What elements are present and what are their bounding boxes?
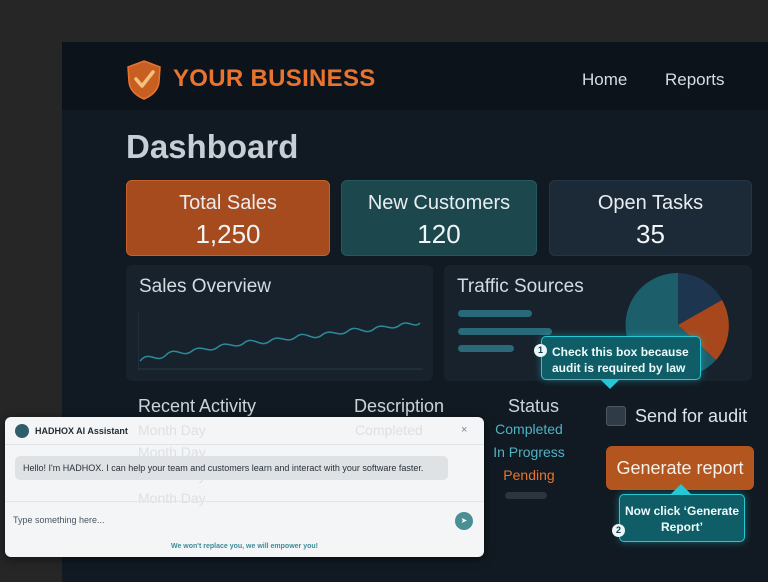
ghost-row-date: Month Day xyxy=(138,422,206,438)
send-for-audit-checkbox[interactable] xyxy=(606,406,626,426)
top-navigation-bar: YOUR BUSINESS Home Reports xyxy=(62,42,768,110)
kpi-card-new-customers[interactable]: New Customers 120 xyxy=(341,180,537,256)
tooltip-text: Now click ‘Generate Report’ xyxy=(624,504,740,534)
traffic-bar xyxy=(458,328,552,335)
kpi-value: 120 xyxy=(417,219,461,249)
nav-home[interactable]: Home xyxy=(582,70,627,90)
hadhox-logo-icon xyxy=(15,424,29,438)
kpi-label: Total Sales xyxy=(179,192,277,214)
kpi-value: 35 xyxy=(636,219,665,249)
panel-title: Sales Overview xyxy=(139,276,271,297)
nav-reports[interactable]: Reports xyxy=(665,70,725,90)
sales-line-chart xyxy=(138,313,423,370)
tooltip-arrow xyxy=(600,379,620,389)
close-icon[interactable]: × xyxy=(461,424,467,436)
page-title: Dashboard xyxy=(126,128,299,165)
sales-overview-panel: Sales Overview xyxy=(126,265,433,381)
step-number-badge: 1 xyxy=(534,344,547,357)
column-header-status: Status xyxy=(508,396,560,416)
step-number-badge: 2 xyxy=(612,524,625,537)
tooltip-arrow xyxy=(671,484,691,494)
chat-message-input[interactable] xyxy=(13,509,453,531)
tooltip-step-2: 2 Now click ‘Generate Report’ xyxy=(612,494,745,542)
kpi-value: 1,250 xyxy=(195,219,261,249)
panel-title: Traffic Sources xyxy=(457,276,584,297)
chat-title: HADHOX AI Assistant xyxy=(35,426,128,436)
ghost-row-description: Completed xyxy=(355,422,423,438)
assistant-message-bubble: Hello! I'm HADHOX. I can help your team … xyxy=(15,456,448,480)
recent-activity-title: Recent Activity xyxy=(138,396,257,416)
status-placeholder-bar xyxy=(505,492,547,499)
kpi-card-open-tasks[interactable]: Open Tasks 35 xyxy=(549,180,752,256)
shield-check-logo-icon xyxy=(127,60,161,100)
chat-footer-tagline: We won't replace you, we will empower yo… xyxy=(170,543,318,550)
send-icon[interactable]: ➤ xyxy=(455,512,473,530)
chat-divider xyxy=(5,501,484,502)
ghost-row-date: Month Day xyxy=(138,490,206,506)
traffic-bar xyxy=(458,345,514,352)
ai-assistant-chat-widget: HADHOX AI Assistant × Month Day Complete… xyxy=(5,417,484,557)
kpi-card-total-sales[interactable]: Total Sales 1,250 xyxy=(126,180,330,256)
kpi-label: New Customers xyxy=(367,192,511,214)
send-for-audit-label[interactable]: Send for audit xyxy=(635,406,747,427)
traffic-bar xyxy=(458,310,532,317)
tooltip-step-1: 1 Check this box because audit is requir… xyxy=(534,336,701,380)
kpi-label: Open Tasks xyxy=(597,192,704,214)
tooltip-text: Check this box because audit is required… xyxy=(552,345,689,375)
column-header-description: Description xyxy=(354,396,445,416)
brand-name: YOUR BUSINESS xyxy=(173,65,376,92)
